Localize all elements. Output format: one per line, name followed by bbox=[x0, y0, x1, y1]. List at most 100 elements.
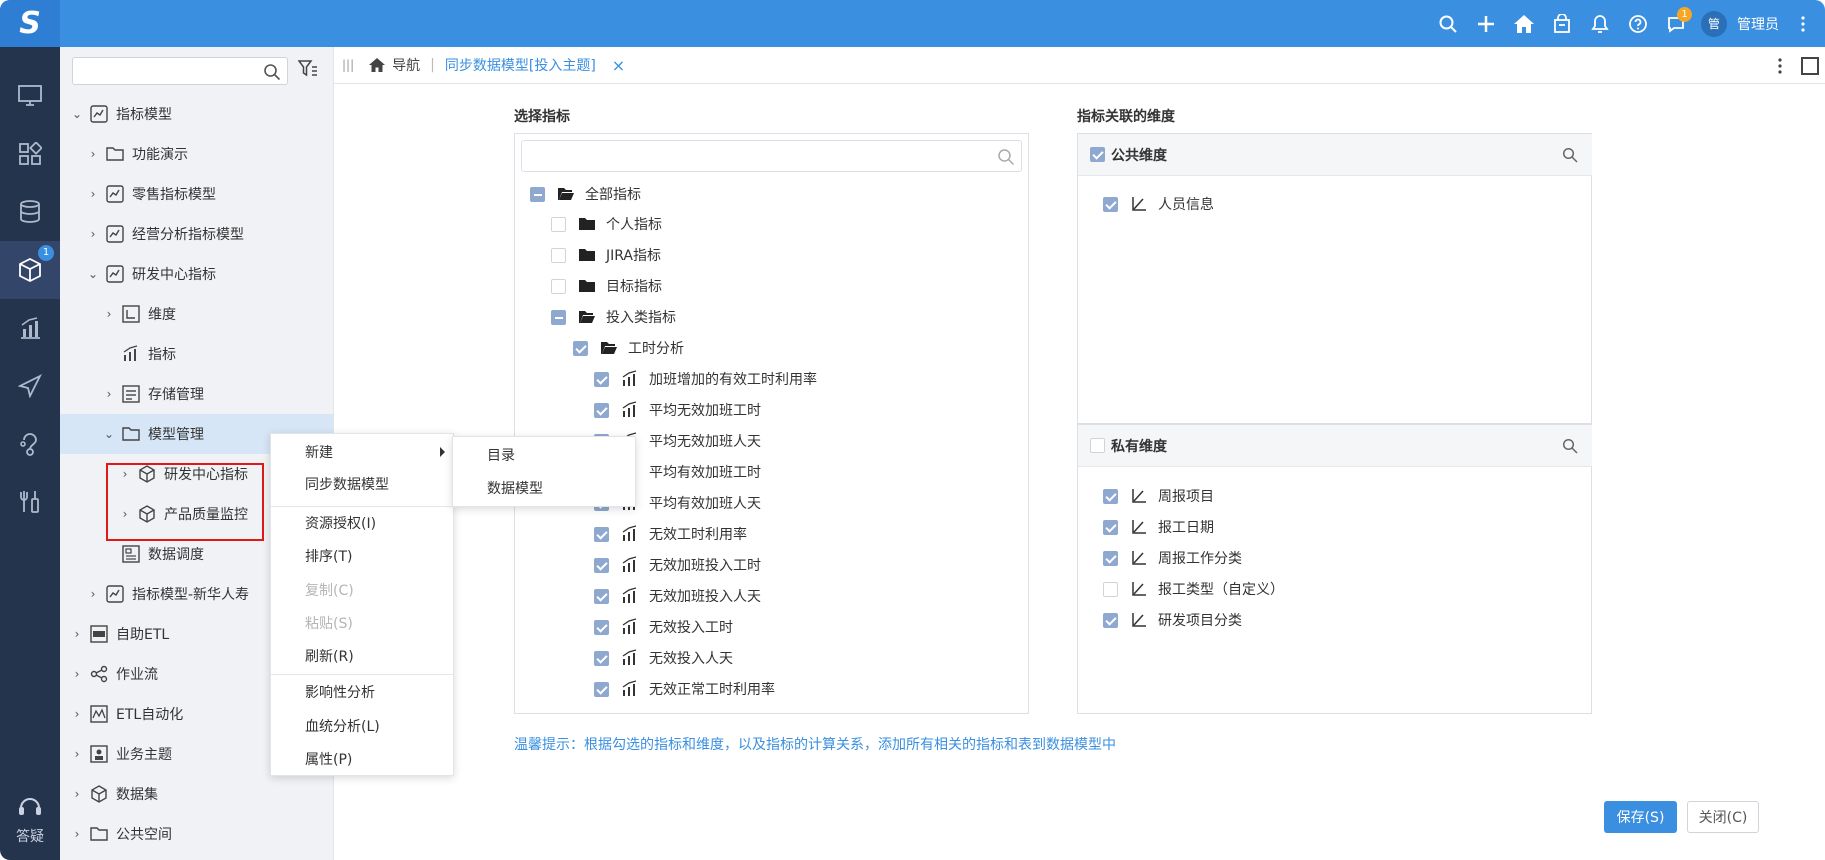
checkbox[interactable] bbox=[594, 681, 609, 697]
chevron-right-icon[interactable]: › bbox=[70, 827, 84, 841]
chevron-right-icon[interactable]: › bbox=[70, 787, 84, 801]
search-icon[interactable] bbox=[263, 63, 281, 81]
checkbox[interactable] bbox=[1103, 519, 1118, 535]
tree-item-public-space[interactable]: › 公共空间 bbox=[60, 814, 333, 854]
tools-icon[interactable] bbox=[0, 473, 60, 531]
more-icon[interactable] bbox=[1795, 15, 1811, 32]
monitor-icon[interactable] bbox=[0, 67, 60, 125]
username[interactable]: 管理员 bbox=[1737, 14, 1779, 34]
private-dimension-item[interactable]: 周报工作分类 bbox=[1103, 546, 1242, 570]
chevron-right-icon[interactable]: › bbox=[70, 707, 84, 721]
submenu-item-folder[interactable]: 目录 bbox=[453, 441, 635, 471]
tree-item-storage[interactable]: › 存储管理 bbox=[60, 374, 333, 414]
tree-item-dataset[interactable]: › 数据集 bbox=[60, 774, 333, 814]
tree-item-retail-model[interactable]: › 零售指标模型 bbox=[60, 174, 333, 214]
chevron-right-icon[interactable]: › bbox=[86, 147, 100, 161]
checkbox[interactable] bbox=[1103, 612, 1118, 628]
metric-node-target[interactable]: 目标指标 bbox=[551, 274, 662, 298]
chevron-down-icon[interactable]: ⌄ bbox=[102, 427, 116, 441]
menu-item-authorize[interactable]: 资源授权(I) bbox=[271, 509, 453, 539]
checkbox[interactable] bbox=[594, 588, 609, 604]
flow-icon[interactable] bbox=[0, 415, 60, 473]
metric-leaf[interactable]: 无效投入工时 bbox=[594, 615, 733, 639]
checkbox[interactable] bbox=[1090, 438, 1105, 453]
checkbox[interactable] bbox=[594, 402, 609, 418]
search-icon[interactable] bbox=[997, 148, 1015, 166]
chevron-right-icon[interactable]: › bbox=[102, 387, 116, 401]
message-icon[interactable]: 1 bbox=[1657, 0, 1695, 47]
chevron-right-icon[interactable]: › bbox=[70, 627, 84, 641]
checkbox[interactable] bbox=[1103, 196, 1118, 212]
chevron-right-icon[interactable]: › bbox=[102, 307, 116, 321]
submenu-item-data-model[interactable]: 数据模型 bbox=[453, 474, 635, 504]
checkbox[interactable] bbox=[594, 371, 609, 387]
checkbox[interactable] bbox=[1103, 581, 1118, 597]
public-dimension-item[interactable]: 人员信息 bbox=[1103, 192, 1214, 216]
bag-icon[interactable] bbox=[1543, 0, 1581, 47]
chevron-right-icon[interactable]: › bbox=[70, 747, 84, 761]
private-dimension-item[interactable]: 报工类型（自定义） bbox=[1103, 577, 1284, 601]
checkbox[interactable] bbox=[1103, 488, 1118, 504]
metric-leaf[interactable]: 无效正常工时利用率 bbox=[594, 677, 775, 701]
menu-item-sync-model[interactable]: 同步数据模型 bbox=[271, 470, 453, 500]
checkbox[interactable] bbox=[551, 216, 566, 232]
checkbox[interactable] bbox=[573, 340, 588, 356]
checkbox[interactable] bbox=[530, 186, 545, 202]
chevron-down-icon[interactable]: ⌄ bbox=[86, 267, 100, 281]
menu-item-sort[interactable]: 排序(T) bbox=[271, 542, 453, 572]
save-button[interactable]: 保存(S) bbox=[1604, 801, 1677, 833]
metric-node-all[interactable]: 全部指标 bbox=[530, 182, 641, 206]
menu-item-refresh[interactable]: 刷新(R) bbox=[271, 642, 453, 672]
chart-icon[interactable] bbox=[0, 299, 60, 357]
metric-leaf[interactable]: 无效加班投入人天 bbox=[594, 584, 761, 608]
checkbox[interactable] bbox=[551, 309, 566, 325]
tree-item-dimension[interactable]: › 维度 bbox=[60, 294, 333, 334]
tree-item-business-model[interactable]: › 经营分析指标模型 bbox=[60, 214, 333, 254]
chevron-right-icon[interactable]: › bbox=[86, 227, 100, 241]
chevron-right-icon[interactable]: › bbox=[86, 187, 100, 201]
tree-item-demo[interactable]: › 功能演示 bbox=[60, 134, 333, 174]
tree-item-metric[interactable]: 指标 bbox=[60, 334, 333, 374]
metric-node-work-hours[interactable]: 工时分析 bbox=[573, 336, 684, 360]
close-button[interactable]: 关闭(C) bbox=[1687, 801, 1759, 833]
metrics-search-input[interactable] bbox=[521, 140, 1022, 172]
more-icon[interactable] bbox=[1767, 57, 1793, 74]
checkbox[interactable] bbox=[594, 650, 609, 666]
search-icon[interactable] bbox=[1562, 438, 1578, 454]
database-icon[interactable] bbox=[0, 183, 60, 241]
metric-leaf[interactable]: 无效工时利用率 bbox=[594, 522, 747, 546]
checkbox[interactable] bbox=[594, 619, 609, 635]
private-dimension-item[interactable]: 报工日期 bbox=[1103, 515, 1214, 539]
metric-node-jira[interactable]: JIRA指标 bbox=[551, 243, 661, 267]
chevron-down-icon[interactable]: ⌄ bbox=[70, 107, 84, 121]
menu-item-new[interactable]: 新建 bbox=[271, 438, 453, 468]
metric-node-input[interactable]: 投入类指标 bbox=[551, 305, 676, 329]
metric-leaf[interactable]: 无效投入人天 bbox=[594, 646, 733, 670]
private-dimension-item[interactable]: 周报项目 bbox=[1103, 484, 1214, 508]
tree-item-metric-model[interactable]: ⌄ 指标模型 bbox=[60, 94, 333, 134]
private-dimension-item[interactable]: 研发项目分类 bbox=[1103, 608, 1242, 632]
close-icon[interactable]: × bbox=[612, 56, 625, 75]
cube-icon[interactable]: 1 bbox=[0, 241, 60, 299]
help-qa[interactable]: 答疑 bbox=[0, 794, 60, 846]
chevron-right-icon[interactable]: › bbox=[86, 587, 100, 601]
tree-item-rd-metrics[interactable]: ⌄ 研发中心指标 bbox=[60, 254, 333, 294]
checkbox[interactable] bbox=[551, 247, 566, 263]
avatar[interactable]: 管 bbox=[1701, 10, 1727, 37]
metric-leaf[interactable]: 无效加班投入工时 bbox=[594, 553, 761, 577]
chevron-right-icon[interactable]: › bbox=[70, 667, 84, 681]
apps-icon[interactable] bbox=[0, 125, 60, 183]
tab-home[interactable]: 导航 bbox=[368, 55, 420, 75]
filter-icon[interactable] bbox=[298, 60, 318, 78]
send-icon[interactable] bbox=[0, 357, 60, 415]
menu-item-impact-analysis[interactable]: 影响性分析 bbox=[271, 678, 453, 708]
menu-item-lineage-analysis[interactable]: 血统分析(L) bbox=[271, 712, 453, 742]
checkbox[interactable] bbox=[594, 557, 609, 573]
metric-leaf[interactable]: 加班增加的有效工时利用率 bbox=[594, 367, 817, 391]
search-icon[interactable] bbox=[1562, 147, 1578, 163]
checkbox[interactable] bbox=[1090, 147, 1105, 162]
menu-item-properties[interactable]: 属性(P) bbox=[271, 745, 453, 775]
checkbox[interactable] bbox=[551, 278, 566, 294]
metric-leaf[interactable]: 平均无效加班工时 bbox=[594, 398, 761, 422]
bell-icon[interactable] bbox=[1581, 0, 1619, 47]
